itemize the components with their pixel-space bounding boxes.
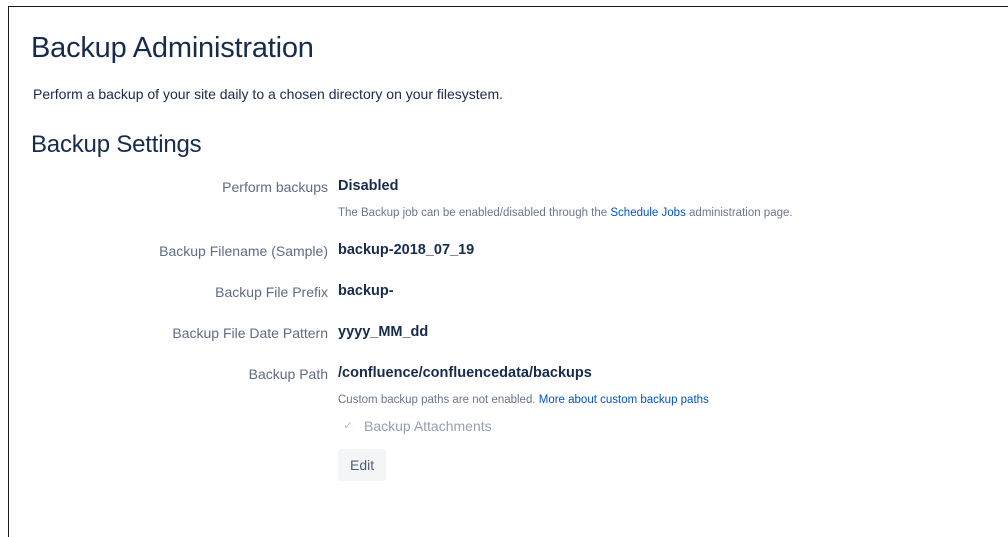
perform-backups-desc-suffix: administration page. (685, 207, 793, 219)
custom-backup-paths-link[interactable]: More about custom backup paths (539, 394, 709, 406)
perform-backups-desc-prefix: The Backup job can be enabled/disabled t… (338, 207, 611, 219)
edit-button[interactable]: Edit (338, 449, 387, 481)
backup-settings-form: Perform backups Disabled The Backup job … (31, 176, 1001, 481)
backup-filename-row: Backup Filename (Sample) backup-2018_07_… (31, 240, 1001, 281)
backup-path-label: Backup Path (248, 366, 328, 382)
backup-prefix-label: Backup File Prefix (215, 284, 328, 300)
backup-prefix-value-col: backup- (338, 281, 394, 301)
backup-path-desc-prefix: Custom backup paths are not enabled. (338, 394, 539, 406)
perform-backups-value: Disabled (338, 178, 399, 194)
backup-path-row: Backup Path /confluence/confluencedata/b… (31, 363, 1001, 481)
backup-date-pattern-value-col: yyyy_MM_dd (338, 322, 428, 342)
backup-filename-value: backup-2018_07_19 (338, 242, 475, 258)
perform-backups-row: Perform backups Disabled The Backup job … (31, 176, 1001, 240)
schedule-jobs-link[interactable]: Schedule Jobs (610, 207, 685, 219)
backup-path-value: /confluence/confluencedata/backups (338, 365, 592, 381)
backup-prefix-value: backup- (338, 283, 394, 299)
main-content: Backup Administration Perform a backup o… (31, 31, 1001, 481)
section-heading: Backup Settings (31, 131, 202, 158)
backup-path-value-col: /confluence/confluencedata/backups Custo… (338, 363, 709, 481)
perform-backups-description: The Backup job can be enabled/disabled t… (338, 205, 793, 221)
checkmark-icon[interactable]: ✓ (342, 420, 354, 432)
backup-attachments-label: Backup Attachments (364, 418, 492, 434)
backup-filename-label: Backup Filename (Sample) (159, 243, 328, 259)
backup-path-description: Custom backup paths are not enabled. Mor… (338, 392, 709, 408)
backup-date-pattern-value: yyyy_MM_dd (338, 324, 429, 340)
page-frame: Backup Administration Perform a backup o… (8, 6, 1008, 537)
backup-date-pattern-label: Backup File Date Pattern (172, 325, 328, 341)
page-intro: Perform a backup of your site daily to a… (33, 86, 503, 102)
page-title: Backup Administration (31, 32, 314, 64)
backup-prefix-row: Backup File Prefix backup- (31, 281, 1001, 322)
perform-backups-value-col: Disabled The Backup job can be enabled/d… (338, 176, 793, 221)
backup-filename-value-col: backup-2018_07_19 (338, 240, 474, 260)
perform-backups-label: Perform backups (222, 179, 328, 195)
backup-attachments-checkbox-row: ✓ Backup Attachments (338, 417, 709, 435)
backup-date-pattern-row: Backup File Date Pattern yyyy_MM_dd (31, 322, 1001, 363)
